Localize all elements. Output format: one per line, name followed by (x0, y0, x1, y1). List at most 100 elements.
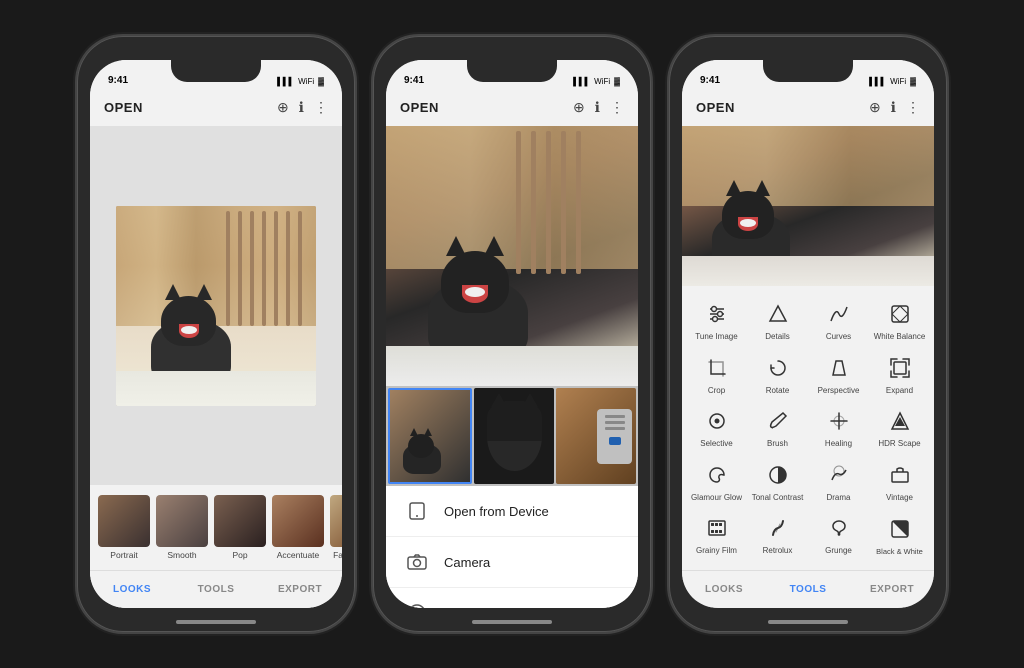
tool-vintage-label: Vintage (886, 493, 913, 503)
info-icon-1[interactable]: ℹ (299, 99, 304, 116)
rotate-icon (764, 354, 792, 382)
phone-2: 9:41 ▌▌▌ WiFi ▓ OPEN ⊕ ℹ ⋮ (373, 36, 651, 632)
filter-portrait-img (98, 495, 150, 547)
phone-3: 9:41 ▌▌▌ WiFi ▓ OPEN ⊕ ℹ ⋮ (669, 36, 947, 632)
tonal-contrast-icon (764, 461, 792, 489)
filter-faded-glow-img (330, 495, 342, 547)
tool-crop[interactable]: Crop (686, 348, 747, 402)
thumb-1[interactable] (388, 388, 472, 484)
notch-2 (467, 60, 557, 82)
tool-hdr-scape-label: HDR Scape (878, 439, 920, 449)
notch-1 (171, 60, 261, 82)
status-icons-1: ▌▌▌ WiFi ▓ (277, 77, 324, 86)
app-bar-3: OPEN ⊕ ℹ ⋮ (682, 88, 934, 126)
tool-expand[interactable]: Expand (869, 348, 930, 402)
tool-curves[interactable]: Curves (808, 294, 869, 348)
info-icon-3[interactable]: ℹ (891, 99, 896, 116)
tab-tools-1[interactable]: TOOLS (174, 584, 258, 595)
filter-portrait-label: Portrait (110, 550, 137, 560)
filter-pop[interactable]: Pop (214, 495, 266, 560)
perspective-icon (825, 354, 853, 382)
filter-smooth[interactable]: Smooth (156, 495, 208, 560)
info-icon-2[interactable]: ℹ (595, 99, 600, 116)
option-device-text: Open from Device (444, 504, 549, 519)
filter-strip-1: Portrait Smooth Pop Accentuate Faded Glo… (90, 485, 342, 570)
filter-portrait[interactable]: Portrait (98, 495, 150, 560)
more-icon-1[interactable]: ⋮ (314, 99, 328, 116)
status-time-2: 9:41 (404, 75, 424, 86)
tool-white-balance[interactable]: White Balance (869, 294, 930, 348)
tool-rotate[interactable]: Rotate (747, 348, 808, 402)
grainy-film-icon (703, 514, 731, 542)
tool-perspective[interactable]: Perspective (808, 348, 869, 402)
tool-glamour-glow[interactable]: Glamour Glow (686, 455, 747, 509)
tool-tonal-contrast[interactable]: Tonal Contrast (747, 455, 808, 509)
filter-smooth-img (156, 495, 208, 547)
status-time-3: 9:41 (700, 75, 720, 86)
battery-icon-3: ▓ (910, 77, 916, 86)
tool-glamour-glow-label: Glamour Glow (691, 493, 742, 503)
tool-black-white[interactable]: Black & White (869, 508, 930, 562)
device-icon (406, 500, 428, 522)
phone1-content: Portrait Smooth Pop Accentuate Faded Glo… (90, 126, 342, 608)
signal-icon-3: ▌▌▌ (869, 77, 886, 86)
battery-icon-1: ▓ (318, 77, 324, 86)
tab-export-3[interactable]: EXPORT (850, 584, 934, 595)
tool-selective[interactable]: Selective (686, 401, 747, 455)
tab-tools-3[interactable]: TOOLS (766, 584, 850, 595)
notch-3 (763, 60, 853, 82)
thumb-row-2 (386, 386, 638, 486)
wifi-icon-2: WiFi (594, 77, 610, 86)
open-label-2[interactable]: OPEN (400, 100, 439, 115)
tool-retrolux[interactable]: Retrolux (747, 508, 808, 562)
tool-grainy-film[interactable]: Grainy Film (686, 508, 747, 562)
layers-icon-1[interactable]: ⊕ (277, 99, 289, 116)
open-label-3[interactable]: OPEN (696, 100, 735, 115)
tool-healing-label: Healing (825, 439, 852, 449)
home-indicator-2 (472, 620, 552, 624)
expand-icon (886, 354, 914, 382)
option-latest[interactable]: Open latest image (386, 588, 638, 608)
tool-brush-label: Brush (767, 439, 788, 449)
more-icon-3[interactable]: ⋮ (906, 99, 920, 116)
thumb-2[interactable] (474, 388, 554, 484)
vintage-icon (886, 461, 914, 489)
tool-healing[interactable]: Healing (808, 401, 869, 455)
hdr-scape-icon (886, 407, 914, 435)
open-label-1[interactable]: OPEN (104, 100, 143, 115)
tool-details[interactable]: Details (747, 294, 808, 348)
black-white-icon (886, 515, 914, 543)
filter-accentuate[interactable]: Accentuate (272, 495, 324, 560)
layers-icon-2[interactable]: ⊕ (573, 99, 585, 116)
tool-drama[interactable]: Drama (808, 455, 869, 509)
tool-selective-label: Selective (700, 439, 732, 449)
large-photo-2 (386, 126, 638, 386)
tool-grunge-label: Grunge (825, 546, 852, 556)
tool-vintage[interactable]: Vintage (869, 455, 930, 509)
phone-1: 9:41 ▌▌▌ WiFi ▓ OPEN ⊕ ℹ ⋮ (77, 36, 355, 632)
glamour-glow-icon (703, 461, 731, 489)
app-bar-1: OPEN ⊕ ℹ ⋮ (90, 88, 342, 126)
brush-icon (764, 407, 792, 435)
filter-pop-label: Pop (232, 550, 247, 560)
tab-export-1[interactable]: EXPORT (258, 584, 342, 595)
tab-looks-3[interactable]: LOOKS (682, 584, 766, 595)
white-balance-icon (886, 300, 914, 328)
tool-grunge[interactable]: Grunge (808, 508, 869, 562)
option-latest-text: Open latest image (444, 606, 550, 609)
more-icon-2[interactable]: ⋮ (610, 99, 624, 116)
filter-faded-glow[interactable]: Faded Glow (330, 495, 342, 560)
layers-icon-3[interactable]: ⊕ (869, 99, 881, 116)
tool-tune-image[interactable]: Tune Image (686, 294, 747, 348)
option-camera[interactable]: Camera (386, 537, 638, 588)
photo-bg-3 (682, 126, 934, 286)
filter-pop-img (214, 495, 266, 547)
thumb-3[interactable] (556, 388, 636, 484)
cat-art-1 (116, 206, 316, 406)
tool-hdr-scape[interactable]: HDR Scape (869, 401, 930, 455)
option-device[interactable]: Open from Device (386, 486, 638, 537)
bottom-tabs-3: LOOKS TOOLS EXPORT (682, 570, 934, 608)
tab-looks-1[interactable]: LOOKS (90, 584, 174, 595)
tool-brush[interactable]: Brush (747, 401, 808, 455)
filter-smooth-label: Smooth (167, 550, 196, 560)
